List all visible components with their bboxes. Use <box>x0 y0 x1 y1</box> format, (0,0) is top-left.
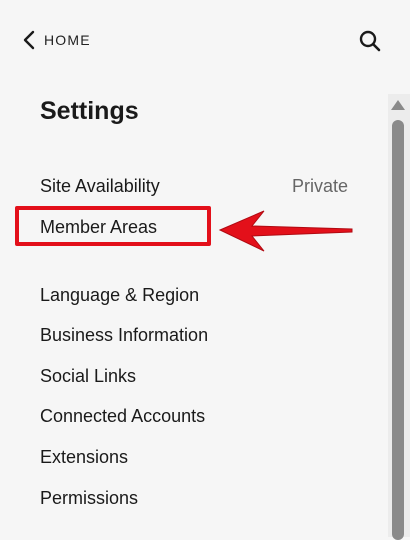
settings-item-member-areas[interactable]: Member Areas <box>40 213 348 241</box>
settings-item-label: Member Areas <box>40 217 158 237</box>
settings-item-label: Site Availability <box>40 176 160 196</box>
settings-item-label: Social Links <box>40 366 137 386</box>
search-button[interactable] <box>358 29 382 53</box>
back-label: HOME <box>44 32 91 48</box>
back-to-home-link[interactable]: HOME <box>22 28 91 52</box>
settings-item-business-information[interactable]: Business Information <box>40 321 348 349</box>
settings-item-label: Extensions <box>40 447 129 467</box>
settings-item-label: Connected Accounts <box>40 406 206 426</box>
top-bar: HOME <box>0 0 410 80</box>
settings-item-extensions[interactable]: Extensions <box>40 443 348 471</box>
site-availability-status: Private <box>291 176 348 196</box>
scroll-up-arrow-icon[interactable] <box>390 98 406 112</box>
page-title: Settings <box>40 97 139 125</box>
settings-item-language-region[interactable]: Language & Region <box>40 281 348 309</box>
scrollbar-thumb[interactable] <box>392 120 404 540</box>
settings-item-label: Permissions <box>40 488 139 508</box>
settings-item-permissions[interactable]: Permissions <box>40 484 348 512</box>
settings-item-social-links[interactable]: Social Links <box>40 362 348 390</box>
chevron-left-icon <box>23 30 35 50</box>
settings-item-label: Business Information <box>40 325 209 345</box>
settings-item-site-availability[interactable]: Site Availability Private <box>40 172 348 200</box>
search-icon <box>359 30 381 52</box>
settings-item-connected-accounts[interactable]: Connected Accounts <box>40 402 348 430</box>
settings-item-label: Language & Region <box>40 285 200 305</box>
